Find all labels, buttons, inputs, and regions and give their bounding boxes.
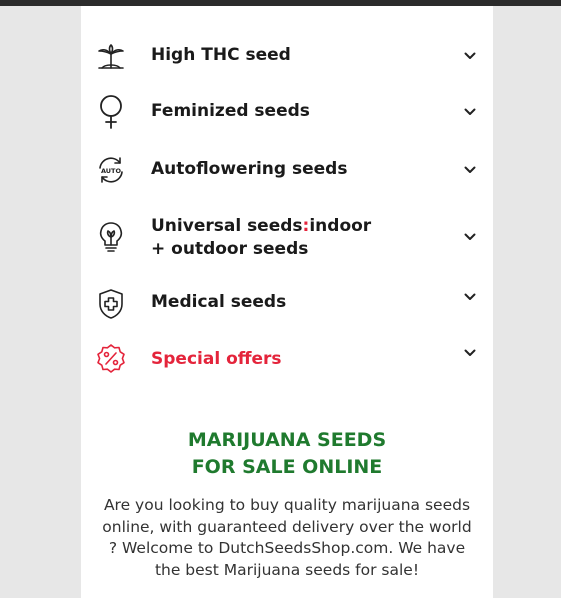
palm-island-icon <box>94 39 128 73</box>
menu-item-special-offers[interactable]: Special offers <box>81 342 493 376</box>
intro-paragraph: Are you looking to buy quality marijuana… <box>102 496 472 579</box>
chevron-down-icon[interactable] <box>463 290 477 304</box>
menu-item-autoflowering-seeds[interactable]: AUTO Autoflowering seeds <box>81 153 493 187</box>
menu-item-label: Special offers <box>151 349 282 369</box>
menu-item-high-thc-seed[interactable]: High THC seed <box>81 39 493 73</box>
section-heading: MARIJUANA SEEDS FOR SALE ONLINE <box>81 427 493 481</box>
heading-line2: FOR SALE ONLINE <box>191 456 383 478</box>
menu-item-label: Medical seeds <box>151 292 287 312</box>
menu-item-label: Universal seeds:indoor + outdoor seeds <box>151 215 371 261</box>
heading-line1: MARIJUANA SEEDS <box>187 429 387 451</box>
menu-item-label: Autoflowering seeds <box>151 159 348 179</box>
percent-badge-icon <box>94 342 128 376</box>
medical-shield-icon <box>94 287 128 321</box>
female-symbol-icon <box>94 95 128 129</box>
label-line1-a: Universal seeds <box>151 216 303 236</box>
menu-item-universal-seeds[interactable]: Universal seeds:indoor + outdoor seeds <box>81 215 493 261</box>
chevron-down-icon[interactable] <box>463 163 477 177</box>
chevron-down-icon[interactable] <box>463 346 477 360</box>
menu-item-label: Feminized seeds <box>151 101 310 121</box>
label-line1-b: indoor <box>309 216 372 236</box>
menu-item-medical-seeds[interactable]: Medical seeds <box>81 287 493 321</box>
chevron-down-icon[interactable] <box>463 49 477 63</box>
chevron-down-icon[interactable] <box>463 230 477 244</box>
menu-item-label: High THC seed <box>151 45 291 65</box>
lightbulb-icon <box>94 220 128 254</box>
label-line2: + outdoor seeds <box>151 239 309 259</box>
menu-panel: High THC seed Feminized seeds AUTO Autof… <box>81 6 493 598</box>
auto-cycle-icon: AUTO <box>94 153 128 187</box>
auto-icon-text: AUTO <box>101 167 122 175</box>
menu-item-feminized-seeds[interactable]: Feminized seeds <box>81 95 493 129</box>
chevron-down-icon[interactable] <box>463 105 477 119</box>
